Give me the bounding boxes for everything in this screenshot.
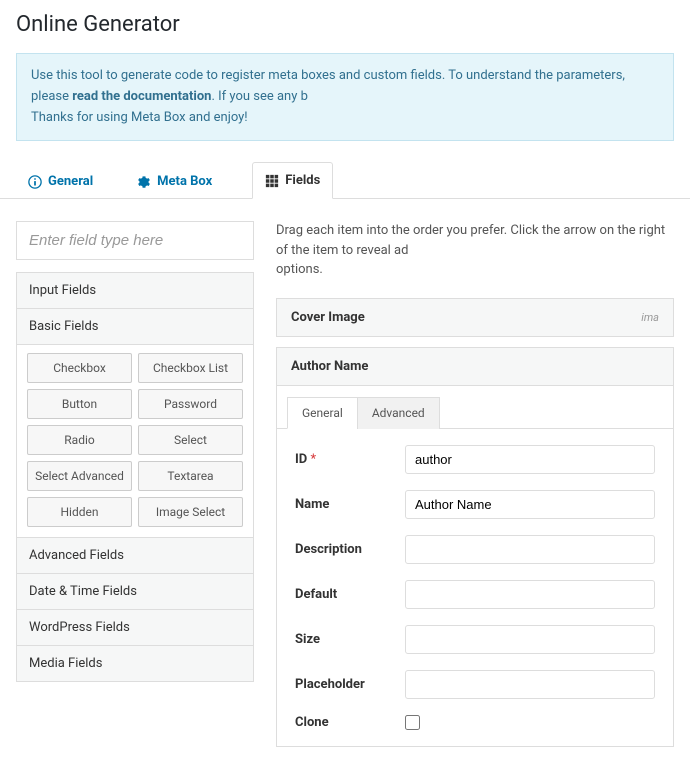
inner-tabs: General Advanced (277, 386, 673, 429)
field-item-meta: ima (641, 311, 659, 324)
accordion-media-fields: Media Fields (16, 645, 254, 682)
field-type-checkbox-list[interactable]: Checkbox List (138, 353, 243, 383)
field-type-radio[interactable]: Radio (27, 425, 132, 455)
accordion-wordpress-fields: WordPress Fields (16, 609, 254, 646)
field-type-select-advanced[interactable]: Select Advanced (27, 461, 132, 491)
field-item-author-name: Author Name General Advanced ID * Name (276, 347, 674, 747)
field-type-select[interactable]: Select (138, 425, 243, 455)
placeholder-label: Placeholder (295, 677, 405, 692)
accordion-date-time-fields: Date & Time Fields (16, 573, 254, 610)
tab-label: General (48, 174, 93, 189)
read-docs-link[interactable]: read the documentation (72, 89, 211, 104)
field-item-header[interactable]: Author Name (277, 348, 673, 385)
accordion-header[interactable]: Advanced Fields (17, 538, 253, 573)
field-type-hidden[interactable]: Hidden (27, 497, 132, 527)
field-type-button[interactable]: Button (27, 389, 132, 419)
accordion-header[interactable]: Input Fields (17, 273, 253, 308)
clone-label: Clone (295, 715, 405, 730)
accordion-header[interactable]: WordPress Fields (17, 610, 253, 645)
clone-checkbox[interactable] (405, 715, 420, 730)
page-title: Online Generator (0, 0, 690, 45)
accordion-body: CheckboxCheckbox ListButtonPasswordRadio… (17, 344, 253, 537)
main-tabs: General Meta Box Fields (0, 161, 690, 199)
grid-icon (265, 174, 279, 188)
sidebar: Input FieldsBasic FieldsCheckboxCheckbox… (16, 221, 254, 757)
info-icon (28, 175, 42, 189)
tab-general[interactable]: General (24, 164, 105, 199)
info-notice: Use this tool to generate code to regist… (16, 53, 674, 141)
description-label: Description (295, 542, 405, 557)
notice-text-2: . If you see any b (211, 89, 307, 104)
content-area: Drag each item into the order you prefer… (276, 221, 674, 757)
notice-text-3: Thanks for using Meta Box and enjoy! (31, 110, 248, 125)
field-item-header[interactable]: Cover Image ima (277, 299, 673, 336)
field-item-cover-image: Cover Image ima (276, 298, 674, 337)
field-type-password[interactable]: Password (138, 389, 243, 419)
instructions-text: Drag each item into the order you prefer… (276, 221, 674, 280)
default-input[interactable] (405, 580, 655, 609)
accordion-basic-fields: Basic FieldsCheckboxCheckbox ListButtonP… (16, 308, 254, 538)
name-label: Name (295, 497, 405, 512)
accordion-header[interactable]: Media Fields (17, 646, 253, 681)
id-input[interactable] (405, 445, 655, 474)
default-label: Default (295, 587, 405, 602)
field-type-textarea[interactable]: Textarea (138, 461, 243, 491)
gear-icon (137, 175, 151, 189)
tab-label: Fields (285, 173, 320, 188)
size-input[interactable] (405, 625, 655, 654)
inner-tab-advanced[interactable]: Advanced (357, 397, 440, 429)
accordion-input-fields: Input Fields (16, 272, 254, 309)
field-item-title: Author Name (291, 359, 368, 374)
placeholder-input[interactable] (405, 670, 655, 699)
accordion-header[interactable]: Basic Fields (17, 309, 253, 344)
tab-metabox[interactable]: Meta Box (133, 164, 224, 199)
name-input[interactable] (405, 490, 655, 519)
inner-tab-general[interactable]: General (287, 397, 358, 429)
field-item-title: Cover Image (291, 310, 365, 325)
field-type-search[interactable] (16, 221, 254, 260)
size-label: Size (295, 632, 405, 647)
description-input[interactable] (405, 535, 655, 564)
tab-label: Meta Box (157, 174, 212, 189)
accordion-header[interactable]: Date & Time Fields (17, 574, 253, 609)
accordion-advanced-fields: Advanced Fields (16, 537, 254, 574)
tab-fields[interactable]: Fields (252, 162, 333, 199)
field-type-image-select[interactable]: Image Select (138, 497, 243, 527)
id-label: ID * (295, 452, 405, 467)
field-type-checkbox[interactable]: Checkbox (27, 353, 132, 383)
